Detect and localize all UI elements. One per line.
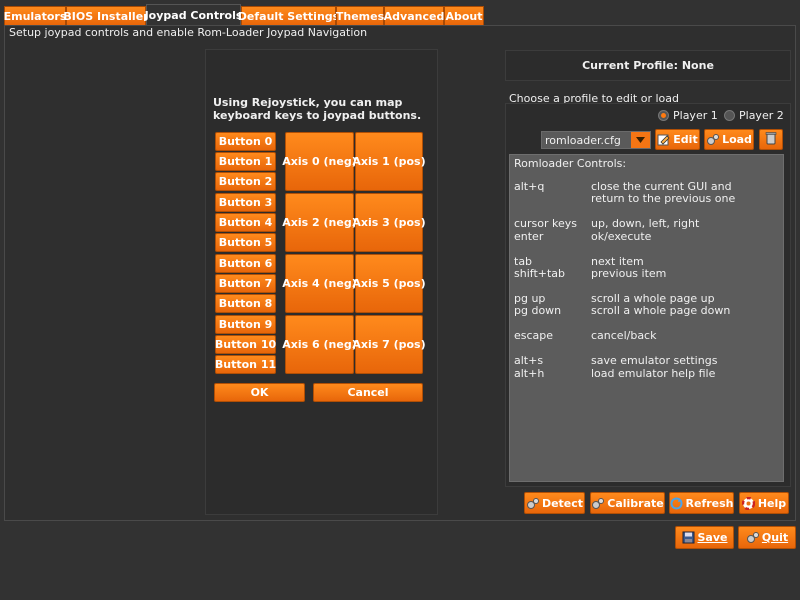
edit-label: Edit [673, 133, 698, 146]
help-button[interactable]: Help [739, 492, 789, 514]
detect-label: Detect [541, 496, 584, 510]
help-keys: cursor keys enter [514, 217, 578, 243]
gears-icon [746, 531, 759, 544]
joypad-button-2[interactable]: Button 2 [215, 172, 276, 191]
mapping-intro: Using Rejoystick, you can map keyboard k… [213, 96, 421, 122]
tab-emulators[interactable]: Emulators [4, 6, 66, 25]
axis-7-pos-button[interactable]: Axis 7 (pos) [352, 315, 426, 374]
axis-2-neg-button[interactable]: Axis 2 (neg) [282, 193, 357, 252]
axis-3-pos-button[interactable]: Axis 3 (pos) [352, 193, 426, 252]
player-1-label: Player 1 [673, 109, 718, 122]
axis-0-neg-button[interactable]: Axis 0 (neg) [282, 132, 357, 191]
refresh-icon [670, 497, 683, 510]
gears-icon [591, 497, 605, 510]
help-title: Romloader Controls: [514, 157, 627, 170]
help-description: up, down, left, right ok/execute [591, 217, 700, 243]
help-description: close the current GUI and return to the … [591, 180, 736, 206]
refresh-label: Refresh [685, 496, 734, 510]
help-description: save emulator settings load emulator hel… [591, 354, 718, 380]
quit-button[interactable]: Quit [738, 526, 796, 549]
joypad-button-6[interactable]: Button 6 [215, 254, 276, 273]
axis-4-neg-button[interactable]: Axis 4 (neg) [282, 254, 357, 313]
joypad-button-11[interactable]: Button 11 [215, 355, 276, 374]
help-keys: tab shift+tab [514, 254, 566, 280]
joypad-button-3[interactable]: Button 3 [215, 193, 276, 212]
help-keys: pg up pg down [514, 291, 562, 318]
joypad-button-10[interactable]: Button 10 [215, 335, 276, 354]
floppy-disk-icon [682, 531, 695, 544]
joypad-button-8[interactable]: Button 8 [215, 294, 276, 313]
profile-file-select[interactable]: romloader.cfg [541, 131, 651, 149]
refresh-button[interactable]: Refresh [669, 492, 734, 514]
help-description: next item previous item [591, 254, 667, 280]
calibrate-label: Calibrate [607, 496, 664, 510]
pencil-icon [657, 133, 670, 146]
current-profile-label: Current Profile: None [582, 59, 714, 72]
help-description: cancel/back [591, 329, 657, 343]
help-description: scroll a whole page up scroll a whole pa… [591, 291, 731, 318]
save-label: Save [697, 531, 728, 544]
lifebuoy-icon [741, 496, 756, 510]
trash-icon [765, 131, 777, 148]
help-keys: alt+s alt+h [514, 354, 545, 380]
chevron-down-icon[interactable] [631, 132, 650, 148]
joypad-button-9[interactable]: Button 9 [215, 315, 276, 334]
gears-icon [706, 133, 720, 146]
current-profile-box: Current Profile: None [505, 50, 791, 81]
player-2-label: Player 2 [739, 109, 784, 122]
calibrate-button[interactable]: Calibrate [590, 492, 665, 514]
load-label: Load [722, 133, 752, 146]
axis-1-pos-button[interactable]: Axis 1 (pos) [352, 132, 426, 191]
delete-button[interactable] [759, 129, 783, 150]
mapping-intro-line2: keyboard keys to joypad buttons. [213, 109, 422, 122]
joypad-button-5[interactable]: Button 5 [215, 233, 276, 252]
axis-6-neg-button[interactable]: Axis 6 (neg) [282, 315, 357, 374]
tab-themes[interactable]: Themes [336, 6, 384, 25]
detect-button[interactable]: Detect [524, 492, 585, 514]
profile-file-value: romloader.cfg [545, 134, 621, 147]
joypad-button-7[interactable]: Button 7 [215, 274, 276, 293]
save-button[interactable]: Save [675, 526, 734, 549]
tab-bios-installer[interactable]: BIOS Installer [63, 6, 149, 25]
player-1-radio[interactable] [658, 110, 669, 121]
ok-button[interactable]: OK [214, 383, 305, 402]
quit-label: Quit [761, 531, 789, 544]
tab-default-settings[interactable]: Default Settings [238, 6, 339, 25]
edit-button[interactable]: Edit [655, 129, 700, 150]
cancel-button[interactable]: Cancel [313, 383, 423, 402]
load-button[interactable]: Load [704, 129, 754, 150]
axis-5-pos-button[interactable]: Axis 5 (pos) [352, 254, 426, 313]
joypad-button-4[interactable]: Button 4 [215, 213, 276, 232]
page-subtitle: Setup joypad controls and enable Rom-Loa… [9, 26, 368, 39]
help-label: Help [757, 496, 787, 510]
mapping-intro-line1: Using Rejoystick, you can map [213, 96, 403, 109]
help-keys: alt+q [514, 180, 545, 193]
tab-joypad-controls[interactable]: Joypad Controls [145, 4, 242, 25]
help-keys: escape [514, 329, 554, 343]
player-2-radio[interactable] [724, 110, 735, 121]
joypad-button-1[interactable]: Button 1 [215, 152, 276, 171]
controls-help-textarea[interactable]: Romloader Controls: alt+q close the curre… [509, 154, 784, 482]
gears-icon [526, 497, 539, 510]
tab-advanced[interactable]: Advanced [384, 6, 444, 25]
joypad-button-0[interactable]: Button 0 [215, 132, 276, 151]
tab-about[interactable]: About [444, 6, 484, 25]
